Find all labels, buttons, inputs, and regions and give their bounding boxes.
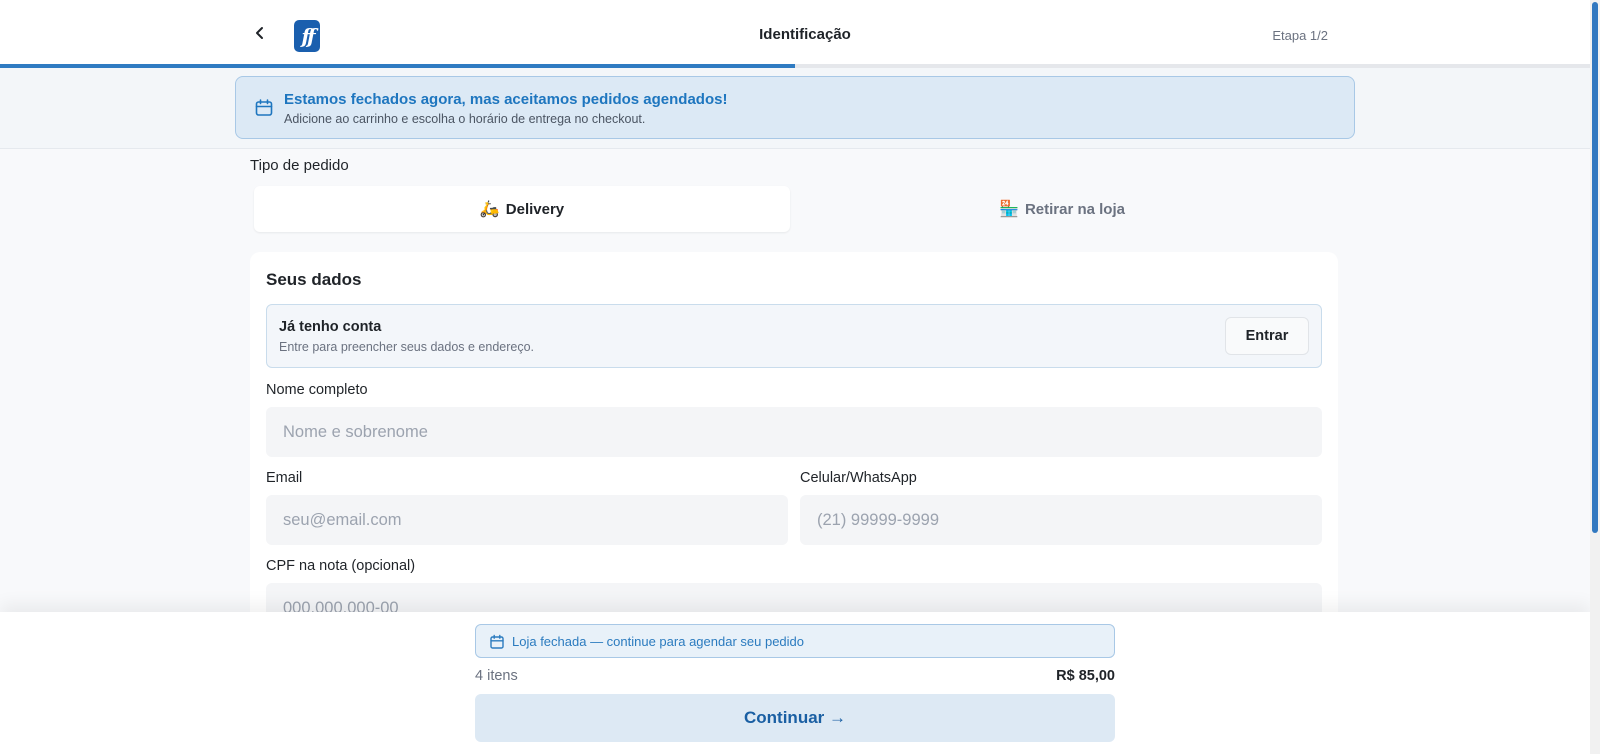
login-button[interactable]: Entrar [1225, 317, 1309, 355]
email-label: Email [266, 470, 303, 486]
banner-subtitle: Adicione ao carrinho e escolha o horário… [284, 112, 646, 126]
account-subtitle: Entre para preencher seus dados e endere… [279, 340, 535, 354]
step-indicator: Etapa 1/2 [1272, 28, 1328, 43]
full-name-input[interactable] [266, 407, 1322, 457]
store-closed-alert-text: Loja fechada — continue para agendar seu… [512, 634, 804, 649]
delivery-option-label: Delivery [505, 200, 565, 218]
phone-input[interactable] [800, 495, 1322, 545]
closed-store-banner: Estamos fechados agora, mas aceitamos pe… [235, 76, 1355, 139]
customer-data-card: Seus dados Já tenho conta Entre para pre… [250, 252, 1338, 672]
calendar-icon [489, 634, 505, 650]
scrollbar-thumb[interactable] [1592, 2, 1598, 533]
cart-total: R$ 85,00 [1056, 668, 1115, 684]
store-icon: 🏪 [999, 201, 1019, 218]
page-title: Identificação [759, 26, 851, 43]
existing-account-box: Já tenho conta Entre para preencher seus… [266, 304, 1322, 368]
order-type-toggle: 🛵 Delivery 🏪 Retirar na loja [250, 186, 1338, 234]
pickup-option-button[interactable]: 🏪 Retirar na loja [790, 186, 1334, 232]
name-label: Nome completo [266, 382, 368, 398]
checkout-bottom-bar: Loja fechada — continue para agendar seu… [0, 612, 1590, 754]
email-input[interactable] [266, 495, 788, 545]
cpf-label: CPF na nota (opcional) [266, 558, 416, 574]
banner-strip: Estamos fechados agora, mas aceitamos pe… [0, 68, 1590, 149]
phone-label: Celular/WhatsApp [800, 470, 917, 486]
continue-button[interactable]: Continuar → [475, 694, 1115, 742]
pickup-option-label: Retirar na loja [1024, 200, 1125, 218]
page-scrollbar[interactable] [1590, 0, 1600, 754]
delivery-option-button[interactable]: 🛵 Delivery [254, 186, 790, 232]
cart-items-count: 4 itens [475, 668, 518, 684]
top-header: ff Identificação Etapa 1/2 [0, 0, 1590, 64]
banner-title: Estamos fechados agora, mas aceitamos pe… [284, 91, 728, 108]
store-closed-alert: Loja fechada — continue para agendar seu… [475, 624, 1115, 658]
account-title: Já tenho conta [279, 319, 382, 335]
card-title: Seus dados [266, 270, 362, 289]
calendar-icon [254, 98, 274, 118]
scooter-icon: 🛵 [479, 201, 500, 218]
order-type-label: Tipo de pedido [250, 157, 349, 174]
